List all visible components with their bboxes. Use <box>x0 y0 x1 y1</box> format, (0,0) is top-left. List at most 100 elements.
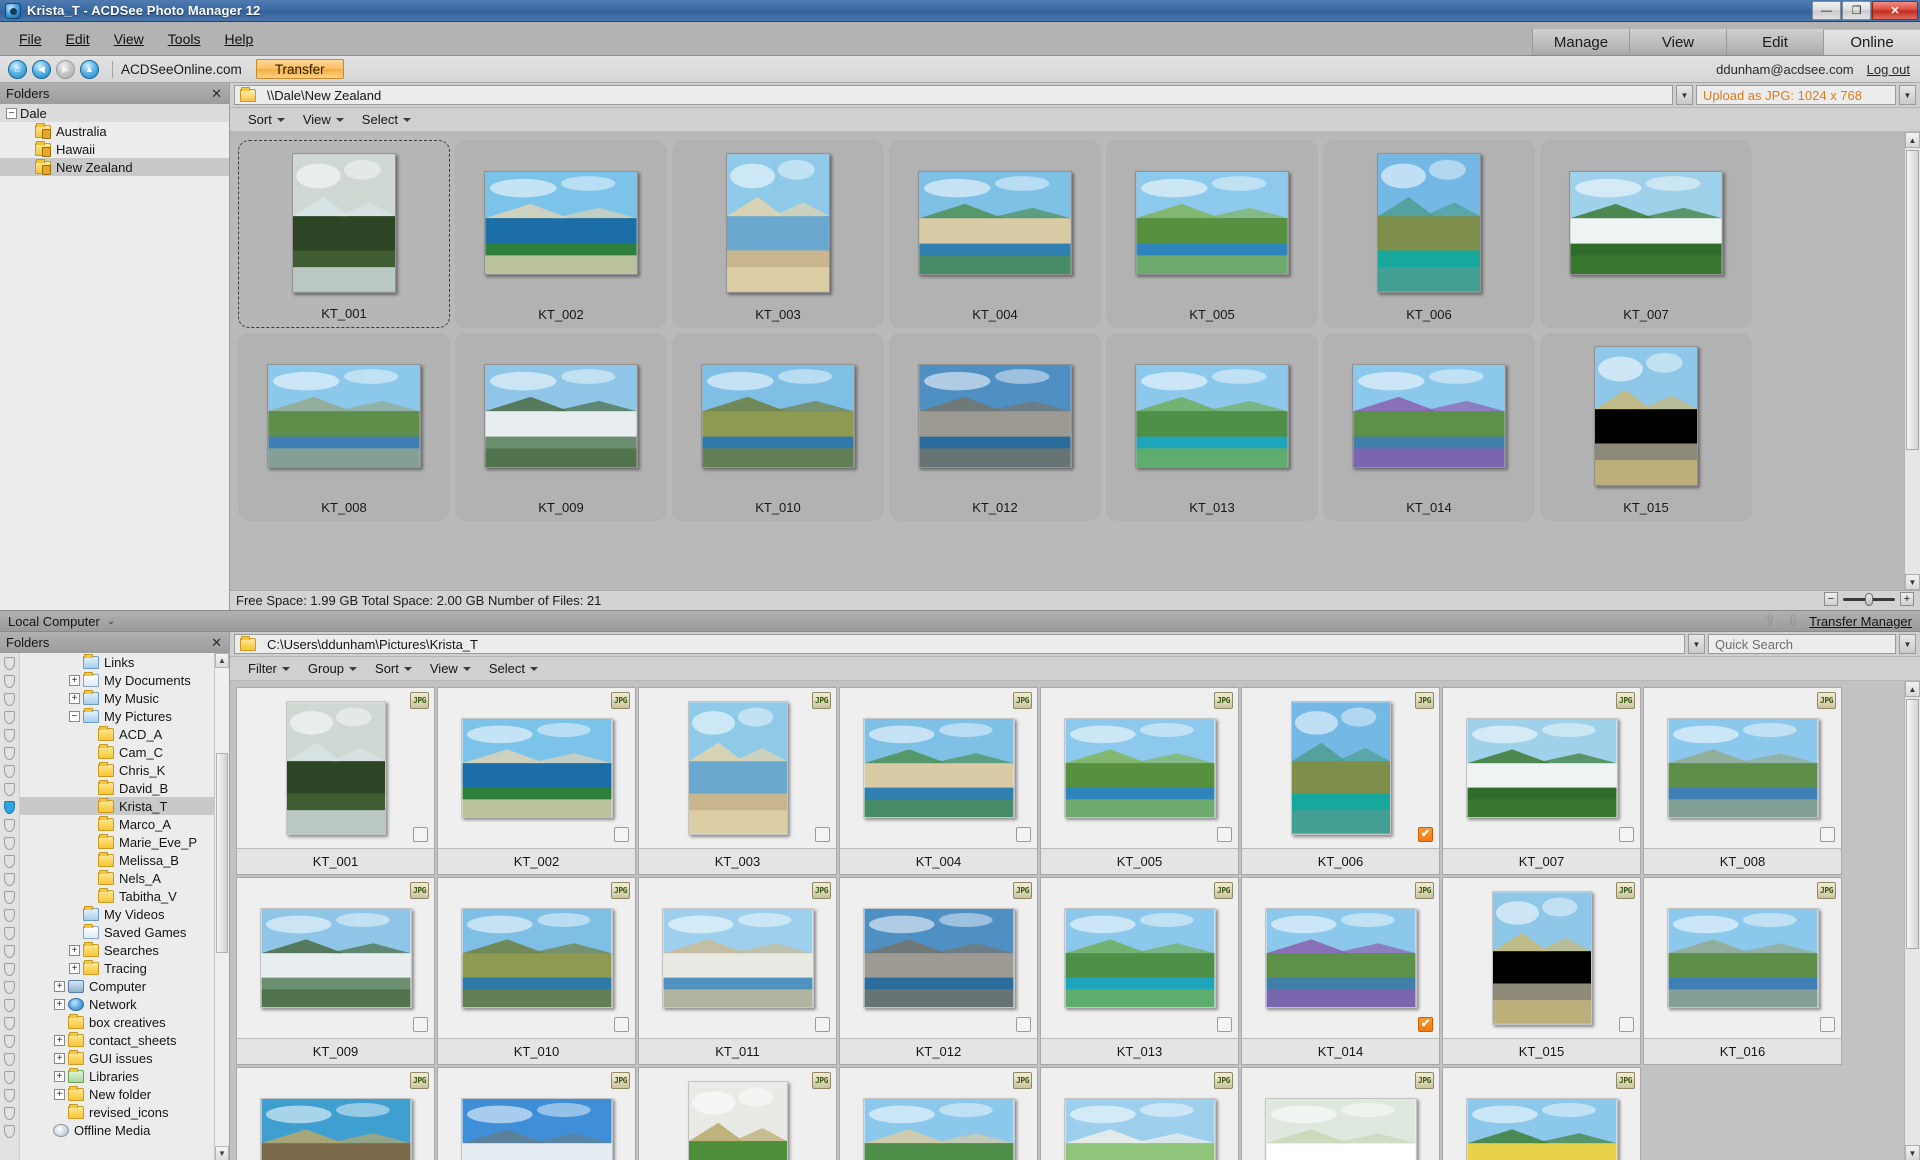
local-sort-menu[interactable]: Sort <box>367 659 420 678</box>
tree-item-box-creatives[interactable]: box creatives <box>20 1013 229 1031</box>
local-view-menu[interactable]: View <box>422 659 479 678</box>
tree-item-rating-icon[interactable] <box>4 1071 15 1084</box>
close-icon[interactable]: ✕ <box>211 635 222 651</box>
tree-item-cam-c[interactable]: Cam_C <box>20 743 229 761</box>
tree-item-my-videos[interactable]: My Videos <box>20 905 229 923</box>
tree-item-australia[interactable]: Australia <box>0 122 229 140</box>
local-computer-splitter[interactable]: Local Computer ⌄ ⇧ ⇩ Transfer Manager <box>0 610 1920 632</box>
tree-item-my-pictures[interactable]: − My Pictures <box>20 707 229 725</box>
online-thumbnail-cell[interactable]: KT_001 <box>238 140 450 328</box>
tree-item-rating-icon[interactable] <box>4 783 15 796</box>
local-thumbnail-cell[interactable]: JPG KT_010 <box>437 877 636 1065</box>
tree-item-links[interactable]: Links <box>20 653 229 671</box>
local-thumbnail-cell[interactable]: JPG KT_018 <box>437 1067 636 1160</box>
thumbnail-checkbox[interactable] <box>1016 827 1031 842</box>
download-arrow-icon[interactable]: ⇩ <box>1787 612 1800 630</box>
local-thumbnail-cell[interactable]: JPG KT_011 <box>638 877 837 1065</box>
expand-icon[interactable]: + <box>69 692 80 704</box>
online-thumbnail-cell[interactable]: KT_005 <box>1106 140 1318 328</box>
expand-icon[interactable]: + <box>54 1034 65 1046</box>
online-path-input[interactable]: \\Dale\New Zealand <box>234 85 1673 105</box>
chevron-down-icon[interactable]: ⌄ <box>107 616 115 627</box>
local-select-menu[interactable]: Select <box>481 659 546 678</box>
local-path-dropdown[interactable]: ▼ <box>1688 634 1705 654</box>
zoom-slider-track[interactable] <box>1843 592 1895 606</box>
local-thumbnail-cell[interactable]: JPG KT_013 <box>1040 877 1239 1065</box>
tree-item-david-b[interactable]: David_B <box>20 779 229 797</box>
tree-item-rating-icon[interactable] <box>4 819 15 832</box>
tree-item-tabitha-v[interactable]: Tabitha_V <box>20 887 229 905</box>
local-filter-menu[interactable]: Filter <box>240 659 298 678</box>
tree-item-rating-icon[interactable] <box>4 855 15 868</box>
online-thumbnail-cell[interactable]: KT_004 <box>889 140 1101 328</box>
logout-link[interactable]: Log out <box>1867 62 1910 77</box>
expand-icon[interactable]: + <box>54 1070 65 1082</box>
tree-item-dale[interactable]: − Dale <box>0 104 229 122</box>
menu-item-edit[interactable]: Edit <box>55 28 101 50</box>
menu-item-view[interactable]: View <box>103 28 155 50</box>
tree-item-rating-icon[interactable] <box>4 1053 15 1066</box>
transfer-button[interactable]: Transfer <box>255 59 344 79</box>
local-thumbnail-cell[interactable]: JPG KT_020 <box>839 1067 1038 1160</box>
tree-item-rating-icon[interactable] <box>4 891 15 904</box>
tree-item-rating-icon[interactable] <box>4 927 15 940</box>
local-thumbnail-cell[interactable]: JPG KT_021 <box>1040 1067 1239 1160</box>
local-thumbnail-cell[interactable]: JPG ✔ KT_014 <box>1241 877 1440 1065</box>
close-button[interactable]: ✕ <box>1872 1 1918 20</box>
local-vertical-scrollbar[interactable]: ▲ ▼ <box>1904 681 1920 1160</box>
online-thumbnail-cell[interactable]: KT_006 <box>1323 140 1535 328</box>
search-dropdown[interactable]: ▼ <box>1899 634 1916 654</box>
online-thumbnail-cell[interactable]: KT_015 <box>1540 333 1752 521</box>
tree-item-rating-icon[interactable] <box>4 963 15 976</box>
tree-item-acd-a[interactable]: ACD_A <box>20 725 229 743</box>
search-input[interactable]: Quick Search <box>1708 634 1896 654</box>
tree-item-saved-games[interactable]: Saved Games <box>20 923 229 941</box>
online-vertical-scrollbar[interactable]: ▲ ▼ <box>1904 132 1920 590</box>
thumbnail-checkbox[interactable] <box>614 827 629 842</box>
expand-icon[interactable]: + <box>54 1052 65 1064</box>
tree-item-searches[interactable]: + Searches <box>20 941 229 959</box>
tree-item-rating-icon[interactable] <box>4 711 15 724</box>
thumbnail-checkbox[interactable] <box>1820 827 1835 842</box>
tree-item-rating-icon[interactable] <box>4 693 15 706</box>
local-thumbnail-cell[interactable]: JPG KT_005 <box>1040 687 1239 875</box>
back-icon[interactable]: ◀ <box>32 59 51 79</box>
thumbnail-checkbox[interactable] <box>1820 1017 1835 1032</box>
thumbnail-checkbox[interactable] <box>815 827 830 842</box>
local-thumbnail-cell[interactable]: JPG KT_019 <box>638 1067 837 1160</box>
minimize-button[interactable]: — <box>1812 1 1841 20</box>
tree-item-revised-icons[interactable]: revised_icons <box>20 1103 229 1121</box>
online-select-menu[interactable]: Select <box>354 110 419 129</box>
scroll-down-icon[interactable]: ▼ <box>1905 1145 1920 1160</box>
tree-item-marie-eve-p[interactable]: Marie_Eve_P <box>20 833 229 851</box>
tree-item-hawaii[interactable]: Hawaii <box>0 140 229 158</box>
tree-item-rating-icon[interactable] <box>4 1125 15 1138</box>
local-thumbnail-cell[interactable]: JPG KT_002 <box>437 687 636 875</box>
tree-item-rating-icon[interactable] <box>4 675 15 688</box>
zoom-slider-thumb[interactable] <box>1865 592 1873 606</box>
home-icon[interactable]: ⌂ <box>8 59 27 79</box>
expand-icon[interactable]: + <box>54 998 65 1010</box>
local-tree-scrollbar[interactable]: ▲ ▼ <box>214 653 229 1160</box>
menu-item-tools[interactable]: Tools <box>157 28 212 50</box>
forward-icon[interactable]: ▶ <box>56 59 75 79</box>
local-thumbnail-cell[interactable]: JPG KT_001 <box>236 687 435 875</box>
online-path-dropdown[interactable]: ▼ <box>1676 85 1693 105</box>
local-thumbnail-cell[interactable]: JPG KT_015 <box>1442 877 1641 1065</box>
tree-item-marco-a[interactable]: Marco_A <box>20 815 229 833</box>
local-thumbnail-cell[interactable]: JPG KT_003 <box>638 687 837 875</box>
tree-item-contact-sheets[interactable]: + contact_sheets <box>20 1031 229 1049</box>
tree-item-melissa-b[interactable]: Melissa_B <box>20 851 229 869</box>
zoom-in-button[interactable]: + <box>1900 592 1914 606</box>
local-thumbnail-cell[interactable]: JPG KT_004 <box>839 687 1038 875</box>
local-thumbnail-cell[interactable]: JPG KT_009 <box>236 877 435 1065</box>
tree-item-nels-a[interactable]: Nels_A <box>20 869 229 887</box>
tree-item-rating-icon[interactable] <box>4 1017 15 1030</box>
thumbnail-checkbox[interactable] <box>413 827 428 842</box>
thumbnail-checkbox[interactable]: ✔ <box>1418 827 1433 842</box>
tree-item-rating-icon[interactable] <box>4 801 15 814</box>
online-thumbnail-cell[interactable]: KT_008 <box>238 333 450 521</box>
tree-item-rating-icon[interactable] <box>4 1089 15 1102</box>
local-thumbnail-cell[interactable]: JPG KT_008 <box>1643 687 1842 875</box>
scroll-up-icon[interactable]: ▲ <box>215 653 229 668</box>
